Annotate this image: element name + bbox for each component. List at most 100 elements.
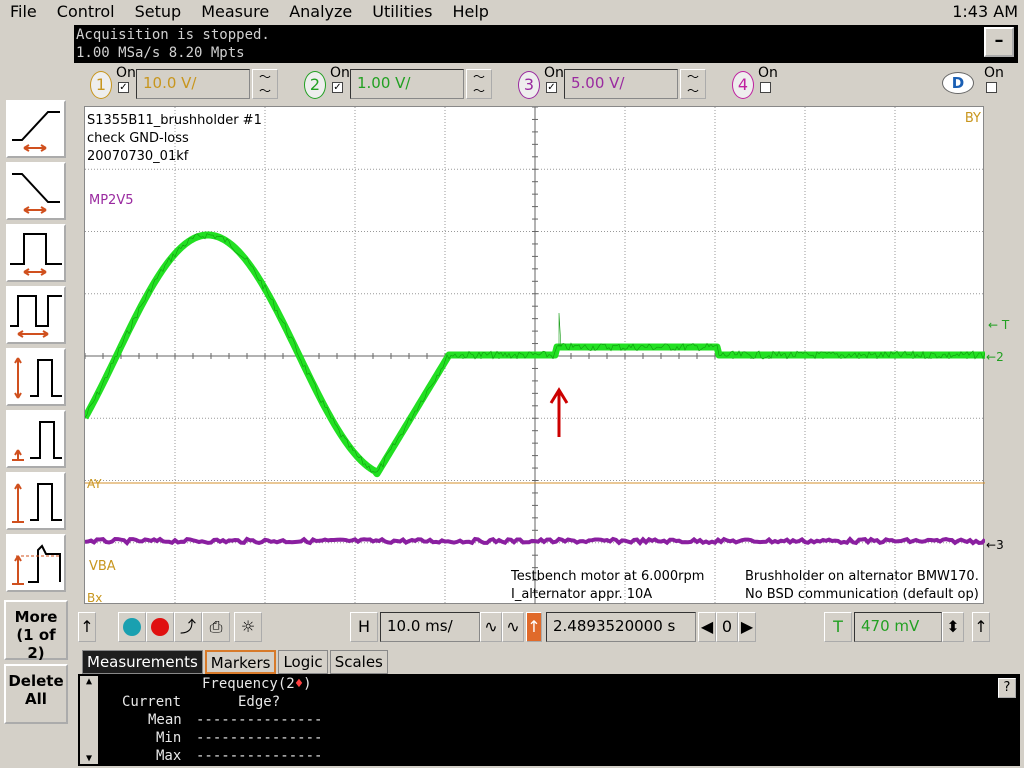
waveform-display[interactable]: S1355B11_brushholder #1 check GND-loss 2… xyxy=(84,106,985,605)
channel-2-ground-marker[interactable]: ←2 xyxy=(986,350,1004,364)
channel-4-button[interactable]: 4 xyxy=(732,71,754,99)
measurement-header-text: Frequency(2 xyxy=(202,676,295,692)
base-button[interactable] xyxy=(6,410,66,468)
period-button[interactable] xyxy=(6,286,66,344)
stop-button[interactable] xyxy=(146,612,174,642)
channel-2-button[interactable]: 2 xyxy=(304,71,326,99)
delete-sublabel: All xyxy=(25,690,47,708)
trigger-level-stepper[interactable]: ⬍ xyxy=(942,612,964,642)
channel-4-checkbox[interactable] xyxy=(760,82,771,93)
annotation-title-3: 20070730_01kf xyxy=(87,149,189,164)
channel-1-button[interactable]: 1 xyxy=(90,71,112,99)
print-button[interactable]: ⎙ xyxy=(202,612,230,642)
rise-time-button[interactable] xyxy=(6,100,66,158)
measurements-panel: ▲ ▼ Frequency(2♦) Current Edge? Mean ---… xyxy=(78,674,1020,766)
marker-arrow xyxy=(549,387,569,437)
status-line-2: 1.00 MSa/s 8.20 Mpts xyxy=(76,45,245,61)
max-value: --------------- xyxy=(196,748,323,764)
stop-icon xyxy=(151,618,169,636)
channel-1-checkbox[interactable]: ✓ xyxy=(118,82,129,93)
digital-checkbox[interactable] xyxy=(986,82,997,93)
channel-3-ground-marker[interactable]: ←3 xyxy=(986,538,1004,552)
label-bx: Bx xyxy=(87,591,103,605)
measurement-toolbar: More (1 of 2) Delete All xyxy=(0,26,72,766)
waveform-svg xyxy=(85,107,985,605)
trigger-level-marker[interactable]: ← T xyxy=(988,318,1009,332)
menu-setup[interactable]: Setup xyxy=(125,0,192,24)
label-by: BY xyxy=(964,111,981,126)
amplitude-button[interactable] xyxy=(6,348,66,406)
scroll-down-arrow-icon[interactable]: ▼ xyxy=(80,753,98,764)
channel-2-marker-label: 2 xyxy=(996,350,1004,364)
channel-3-scale[interactable]: 5.00 V/ xyxy=(564,69,678,99)
status-line-1: Acquisition is stopped. xyxy=(76,27,270,43)
menu-help[interactable]: Help xyxy=(442,0,498,24)
label-mp2v5: MP2V5 xyxy=(89,193,134,208)
trigger-button[interactable]: T xyxy=(824,612,852,642)
measurements-scrollbar[interactable]: ▲ ▼ xyxy=(80,676,98,764)
measurement-header: Frequency(2♦) xyxy=(202,676,312,692)
mean-label: Mean xyxy=(148,712,182,728)
help-button[interactable]: ? xyxy=(998,678,1016,698)
tab-scales[interactable]: Scales xyxy=(329,650,388,674)
menu-control[interactable]: Control xyxy=(47,0,125,24)
top-button[interactable] xyxy=(6,472,66,530)
printer-icon: ⎙ xyxy=(209,617,223,636)
channel-3-button[interactable]: 3 xyxy=(518,71,540,99)
period-icon xyxy=(10,295,62,338)
position-right-button[interactable]: ▶ xyxy=(738,612,756,642)
tab-logic[interactable]: Logic xyxy=(278,650,328,674)
position-zero-button[interactable]: 0 xyxy=(716,612,738,642)
trigger-marker-label: T xyxy=(1001,318,1010,332)
digital-channel-button[interactable]: D xyxy=(942,72,974,94)
minimize-button[interactable]: – xyxy=(984,27,1014,57)
positive-width-button[interactable] xyxy=(6,224,66,282)
horizontal-scale[interactable]: 10.0 ms/ xyxy=(380,612,480,642)
positive-width-icon xyxy=(10,233,62,276)
menu-measure[interactable]: Measure xyxy=(191,0,279,24)
run-button[interactable] xyxy=(118,612,146,642)
overshoot-icon xyxy=(12,544,61,585)
trigger-level[interactable]: 470 mV xyxy=(854,612,942,642)
more-sublabel: (1 of 2) xyxy=(16,626,56,662)
horizontal-coarse-button[interactable]: ∿ xyxy=(502,612,524,642)
fall-time-button[interactable] xyxy=(6,162,66,220)
channel-2-checkbox[interactable]: ✓ xyxy=(332,82,343,93)
menu-analyze[interactable]: Analyze xyxy=(279,0,362,24)
more-button[interactable]: More (1 of 2) xyxy=(4,600,68,662)
run-icon xyxy=(123,618,141,636)
scroll-up-icon-right[interactable]: ↑ xyxy=(972,612,990,642)
scroll-up-arrow-icon[interactable]: ▲ xyxy=(80,676,98,687)
current-label: Current xyxy=(122,694,182,710)
tab-markers[interactable]: Markers xyxy=(204,650,277,674)
single-button[interactable]: ⤴ xyxy=(174,612,202,642)
channel-2-scale[interactable]: 1.00 V/ xyxy=(350,69,464,99)
channel-4-on-label: On xyxy=(758,65,778,81)
horizontal-position[interactable]: 2.4893520000 s xyxy=(546,612,696,642)
channel-1-coupling-button[interactable]: ～～ xyxy=(252,69,278,99)
horizontal-reference-icon[interactable]: ↑ xyxy=(526,612,542,642)
channel-marker-icon: ♦ xyxy=(294,676,304,692)
horizontal-button[interactable]: H xyxy=(350,612,378,642)
channel-3-coupling-button[interactable]: ～～ xyxy=(680,69,706,99)
position-left-button[interactable]: ◀ xyxy=(698,612,716,642)
channel-1-scale[interactable]: 10.0 V/ xyxy=(136,69,250,99)
label-vba: VBA xyxy=(89,559,116,574)
brightness-button[interactable]: ☼ xyxy=(234,612,262,642)
channel-3-checkbox[interactable]: ✓ xyxy=(546,82,557,93)
note-bsd: No BSD communication (default op) xyxy=(745,587,979,602)
horizontal-fine-button[interactable]: ∿ xyxy=(480,612,502,642)
delete-all-button[interactable]: Delete All xyxy=(4,664,68,724)
channel-2-coupling-button[interactable]: ～～ xyxy=(466,69,492,99)
menu-file[interactable]: File xyxy=(0,0,47,24)
scroll-up-icon[interactable]: ↑ xyxy=(78,612,96,642)
rise-time-icon xyxy=(12,111,60,152)
overshoot-button[interactable] xyxy=(6,534,66,592)
channel-3-marker-label: 3 xyxy=(996,538,1004,552)
more-label: More xyxy=(14,608,58,626)
channel-1-on-label: On xyxy=(116,65,136,81)
current-value: Edge? xyxy=(238,694,281,710)
menu-utilities[interactable]: Utilities xyxy=(362,0,442,24)
note-brushholder: Brushholder on alternator BMW170. xyxy=(745,569,979,584)
tab-measurements[interactable]: Measurements xyxy=(82,650,203,674)
